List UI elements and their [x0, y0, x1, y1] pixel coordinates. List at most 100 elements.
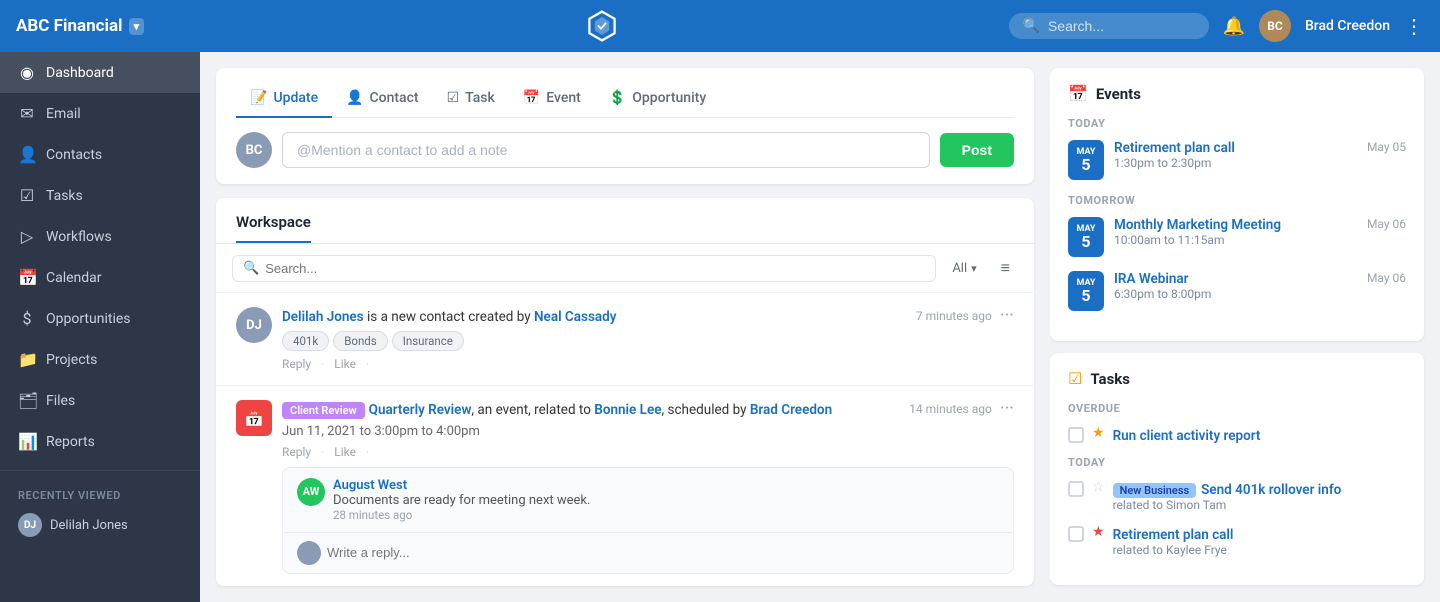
sidebar-item-label: Workflows — [46, 229, 112, 245]
logo-icon — [584, 8, 620, 44]
feed-action-reply[interactable]: Reply — [282, 357, 311, 371]
post-tab-opportunity[interactable]: 💲Opportunity — [595, 84, 720, 118]
post-tab-update[interactable]: 📝Update — [236, 84, 332, 118]
event-name[interactable]: Retirement plan call — [1114, 140, 1357, 156]
events-title: Events — [1096, 85, 1141, 103]
post-input-row: BC Post — [236, 132, 1014, 168]
sidebar-item-reports[interactable]: 📊Reports — [0, 421, 200, 462]
workspace-search[interactable]: 🔍 — [232, 255, 936, 282]
sidebar-contacts-icon: 👤 — [18, 145, 36, 164]
task-name[interactable]: Retirement plan call — [1113, 527, 1234, 543]
event-time: 1:30pm to 2:30pm — [1114, 156, 1357, 170]
event-date-box: MAY 5 — [1068, 217, 1104, 257]
feed-tag[interactable]: Insurance — [392, 331, 464, 351]
events-list: TODAY MAY 5 Retirement plan call 1:30pm … — [1068, 117, 1406, 311]
brand-logo: ABC Financial ▾ — [16, 16, 196, 36]
sidebar-nav: ◉Dashboard✉Email👤Contacts ☑ Tasks ▷Workflow… — [0, 52, 200, 462]
post-tab-contact[interactable]: 👤Contact — [332, 84, 433, 118]
search-input[interactable] — [1048, 18, 1188, 34]
sidebar-recent: DJDelilah Jones — [0, 506, 200, 544]
sidebar-item-dashboard[interactable]: ◉Dashboard — [0, 52, 200, 93]
tab-event-label: Event — [546, 90, 581, 106]
nav-more-icon[interactable]: ⋮ — [1404, 14, 1424, 38]
username-label[interactable]: Brad Creedon — [1305, 18, 1390, 34]
tasks-icon: ☑ — [1068, 369, 1082, 388]
nested-name[interactable]: August West — [333, 478, 590, 493]
feed-action-reply[interactable]: Reply — [282, 445, 311, 459]
feed-action-like[interactable]: Like — [334, 445, 356, 459]
post-tab-event[interactable]: 📅 Event — [509, 84, 595, 118]
sidebar-item-label: Dashboard — [46, 65, 114, 81]
task-checkbox[interactable] — [1068, 526, 1084, 542]
event-avatar: 📅 — [236, 400, 272, 436]
post-button[interactable]: Post — [940, 133, 1014, 167]
task-related: related to Simon Tam — [1113, 498, 1406, 512]
reply-input[interactable] — [327, 545, 999, 560]
feed-tags: 401kBondsInsurance — [282, 331, 1014, 351]
sidebar-item-email[interactable]: ✉Email — [0, 93, 200, 134]
feed-action-like[interactable]: Like — [334, 357, 356, 371]
event-badge: Client Review — [282, 402, 365, 419]
sidebar-item-opportunities[interactable]: $Opportunities — [0, 298, 200, 339]
notification-bell-icon[interactable]: 🔔 — [1223, 16, 1245, 37]
sidebar-item-label: Tasks — [46, 188, 83, 204]
nested-avatar: AW — [297, 478, 325, 506]
event-day: 5 — [1081, 234, 1090, 250]
sidebar-item-calendar[interactable]: 📅Calendar — [0, 257, 200, 298]
global-search[interactable]: 🔍 — [1009, 13, 1209, 39]
task-name[interactable]: Run client activity report — [1113, 428, 1261, 444]
sidebar-item-tasks[interactable]: ☑ Tasks — [0, 175, 200, 216]
tab-task-label: Task — [465, 90, 495, 106]
reply-avatar — [297, 541, 321, 565]
task-star-empty-icon[interactable]: ☆ — [1092, 479, 1105, 495]
top-navigation: ABC Financial ▾ 🔍 🔔 BC Brad Creedon ⋮ — [0, 0, 1440, 52]
tab-opportunity-icon: 💲 — [609, 90, 626, 106]
feed-more-icon[interactable]: ··· — [1000, 307, 1014, 325]
task-star-icon[interactable]: ★ — [1092, 425, 1105, 441]
sidebar-tasks-icon: ☑ — [18, 186, 36, 205]
post-tabs: 📝Update👤Contact☑Task 📅 Event 💲Opportunity — [236, 84, 1014, 118]
sidebar-item-projects[interactable]: 📁Projects — [0, 339, 200, 380]
event-time: 6:30pm to 8:00pm — [1114, 287, 1357, 301]
nested-comment: AW August West Documents are ready for m… — [283, 468, 1013, 533]
event-name[interactable]: Monthly Marketing Meeting — [1114, 217, 1357, 233]
feed-more-icon[interactable]: ··· — [1000, 400, 1014, 418]
event-date-label: May 05 — [1367, 140, 1406, 154]
sidebar-item-workflows[interactable]: ▷Workflows — [0, 216, 200, 257]
task-row: ★ Retirement plan call related to Kaylee… — [1068, 524, 1406, 557]
workspace-view-options[interactable]: ≡ — [993, 254, 1018, 282]
tasks-section-label: OVERDUE — [1068, 402, 1406, 415]
sidebar-recent-item[interactable]: DJDelilah Jones — [0, 506, 200, 544]
post-card: 📝Update👤Contact☑Task 📅 Event 💲Opportunity B… — [216, 68, 1034, 184]
task-checkbox[interactable] — [1068, 427, 1084, 443]
events-icon: 📅 — [1068, 84, 1088, 103]
event-day: 5 — [1081, 157, 1090, 173]
filter-label: All — [952, 261, 967, 276]
tab-event-icon: 📅 — [523, 90, 540, 106]
sidebar-item-contacts[interactable]: 👤Contacts — [0, 134, 200, 175]
brand-caret[interactable]: ▾ — [129, 18, 145, 35]
workspace-search-icon: 🔍 — [243, 261, 259, 276]
task-priority-icon[interactable]: ★ — [1092, 524, 1105, 540]
post-tab-task[interactable]: ☑Task — [433, 84, 509, 118]
avatar[interactable]: BC — [1259, 10, 1291, 42]
tasks-section-label: TODAY — [1068, 456, 1406, 469]
feed-tag[interactable]: 401k — [282, 331, 329, 351]
event-row: MAY 5 Retirement plan call 1:30pm to 2:3… — [1068, 140, 1406, 180]
sidebar-item-label: Projects — [46, 352, 97, 368]
tasks-list: OVERDUE ★ Run client activity report TOD… — [1068, 402, 1406, 557]
post-input[interactable] — [282, 132, 930, 168]
sidebar-item-files[interactable]: 🗂Files — [0, 380, 200, 421]
workspace-search-input[interactable] — [265, 261, 925, 276]
tasks-header: ☑ Tasks — [1068, 369, 1406, 388]
view-options-icon: ≡ — [1001, 258, 1010, 278]
feed-tag[interactable]: Bonds — [333, 331, 388, 351]
event-row: MAY 5 IRA Webinar 6:30pm to 8:00pm May 0… — [1068, 271, 1406, 311]
recent-label: Delilah Jones — [50, 518, 128, 533]
event-name[interactable]: IRA Webinar — [1114, 271, 1357, 287]
sidebar-calendar-icon: 📅 — [18, 268, 36, 287]
task-name[interactable]: Send 401k rollover info — [1201, 482, 1341, 498]
workspace-filter[interactable]: All ▾ — [944, 257, 984, 280]
task-checkbox[interactable] — [1068, 481, 1084, 497]
feed-actions: Reply·Like· — [282, 357, 1014, 371]
